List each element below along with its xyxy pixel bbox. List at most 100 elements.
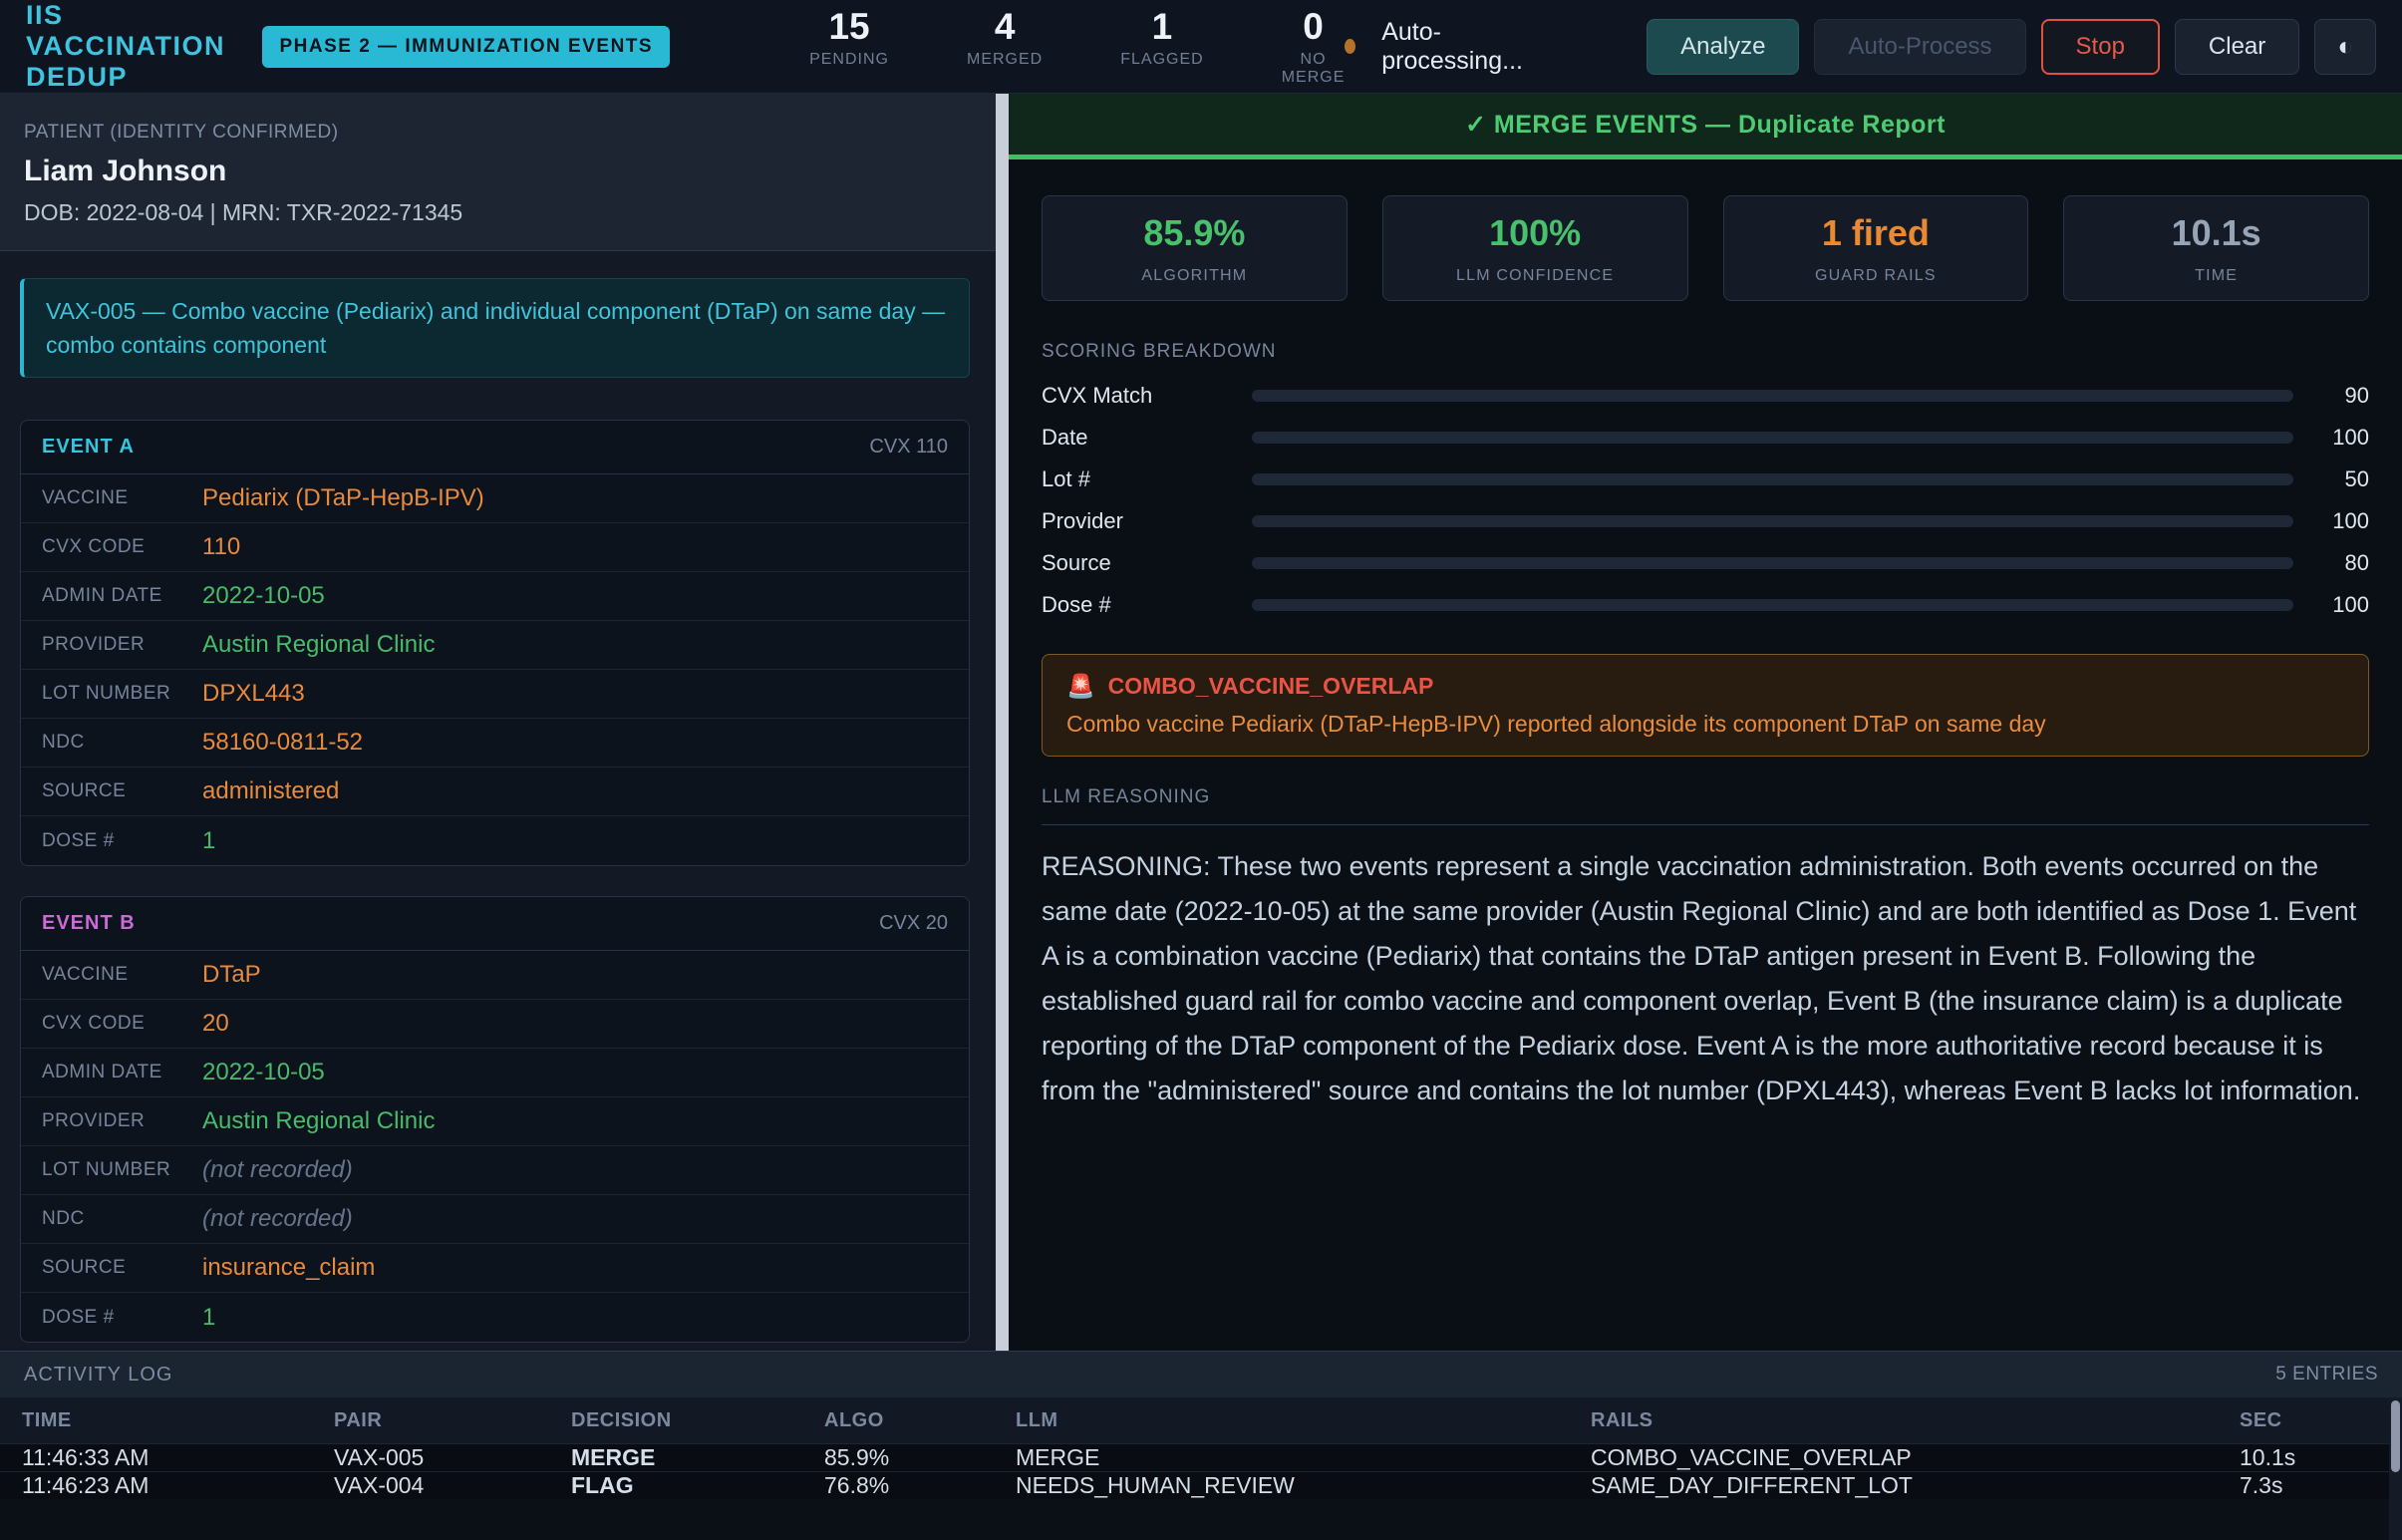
field-label: CVX CODE bbox=[21, 1013, 202, 1035]
guard-rail-description: Combo vaccine Pediarix (DTaP-HepB-IPV) r… bbox=[1066, 711, 2344, 738]
score-bar-row: Date 100 bbox=[1042, 417, 2369, 459]
report-panel: ✓ MERGE EVENTS — Duplicate Report 85.9% … bbox=[1009, 94, 2402, 1351]
col-time: TIME bbox=[22, 1409, 334, 1432]
contrast-icon: ◐ bbox=[2337, 31, 2353, 62]
field-label: LOT NUMBER bbox=[21, 1159, 202, 1181]
score-bar-label: Source bbox=[1042, 550, 1252, 576]
event-field-row: LOT NUMBER (not recorded) bbox=[21, 1146, 969, 1195]
score-bar-track bbox=[1252, 390, 2293, 402]
col-rails: RAILS bbox=[1591, 1409, 2240, 1432]
guard-rail-title-row: 🚨 COMBO_VACCINE_OVERLAP bbox=[1066, 673, 2344, 700]
field-value: 58160-0811-52 bbox=[202, 729, 363, 757]
app-header: IIS VACCINATION DEDUP PHASE 2 — IMMUNIZA… bbox=[0, 0, 2402, 94]
activity-log-header: ACTIVITY LOG 5 ENTRIES bbox=[0, 1352, 2402, 1397]
event-a-rows: VACCINE Pediarix (DTaP-HepB-IPV) CVX COD… bbox=[21, 474, 969, 865]
activity-log-scrollbar[interactable] bbox=[2389, 1397, 2402, 1540]
event-b-card: EVENT B CVX 20 VACCINE DTaP CVX CODE 20 bbox=[20, 896, 970, 1343]
score-bar-track bbox=[1252, 432, 2293, 444]
report-header: ✓ MERGE EVENTS — Duplicate Report bbox=[1009, 94, 2402, 159]
event-field-row: CVX CODE 110 bbox=[21, 523, 969, 572]
cell-pair: VAX-004 bbox=[334, 1472, 571, 1499]
event-a-title: EVENT A bbox=[42, 436, 135, 459]
event-field-row: NDC (not recorded) bbox=[21, 1195, 969, 1244]
event-b-rows: VACCINE DTaP CVX CODE 20 ADMIN DATE 2022… bbox=[21, 951, 969, 1342]
field-value: 20 bbox=[202, 1010, 229, 1038]
clear-button[interactable]: Clear bbox=[2175, 19, 2299, 75]
report-stat-box: 100% LLM CONFIDENCE bbox=[1382, 195, 1688, 301]
auto-process-button[interactable]: Auto-Process bbox=[1814, 19, 2025, 75]
stop-button[interactable]: Stop bbox=[2041, 19, 2160, 75]
patient-meta: DOB: 2022-08-04 | MRN: TXR-2022-71345 bbox=[24, 199, 972, 226]
event-b-cvx-tag: CVX 20 bbox=[879, 912, 948, 935]
stat-value: 1 bbox=[1120, 6, 1203, 48]
field-label: ADMIN DATE bbox=[21, 1062, 202, 1083]
event-field-row: DOSE # 1 bbox=[21, 816, 969, 865]
field-label: VACCINE bbox=[21, 487, 202, 509]
stat-value: 0 bbox=[1282, 6, 1346, 48]
activity-log: ACTIVITY LOG 5 ENTRIES TIME PAIR DECISIO… bbox=[0, 1351, 2402, 1540]
event-b-header: EVENT B CVX 20 bbox=[21, 897, 969, 951]
cell-algo: 85.9% bbox=[824, 1444, 1016, 1471]
cell-algo: 76.8% bbox=[824, 1472, 1016, 1499]
activity-log-title: ACTIVITY LOG bbox=[24, 1364, 172, 1386]
field-value: (not recorded) bbox=[202, 1156, 353, 1184]
report-stat-box: 10.1s TIME bbox=[2063, 195, 2369, 301]
activity-log-scrollbar-thumb[interactable] bbox=[2391, 1400, 2400, 1472]
processing-dot-icon bbox=[1345, 39, 1355, 54]
score-bar-label: Dose # bbox=[1042, 592, 1252, 618]
processing-status: Auto-processing... bbox=[1345, 18, 1527, 76]
field-label: SOURCE bbox=[21, 1257, 202, 1279]
activity-log-rows: 11:46:33 AM VAX-005 MERGE 85.9% MERGE CO… bbox=[0, 1443, 2402, 1499]
guard-rail-alert: 🚨 COMBO_VACCINE_OVERLAP Combo vaccine Pe… bbox=[1042, 654, 2369, 757]
col-algo: ALGO bbox=[824, 1409, 1016, 1432]
score-bar-label: CVX Match bbox=[1042, 383, 1252, 409]
cell-sec: 10.1s bbox=[2240, 1444, 2402, 1471]
field-value: administered bbox=[202, 777, 339, 805]
field-value: 2022-10-05 bbox=[202, 582, 325, 610]
score-bar-track bbox=[1252, 557, 2293, 569]
header-stat: 1 FLAGGED bbox=[1120, 6, 1203, 87]
cell-sec: 7.3s bbox=[2240, 1472, 2402, 1499]
event-field-row: SOURCE administered bbox=[21, 768, 969, 816]
field-label: CVX CODE bbox=[21, 536, 202, 558]
stat-box-value: 85.9% bbox=[1143, 212, 1245, 254]
llm-reasoning-label: LLM REASONING bbox=[1042, 786, 2369, 808]
score-bar-label: Lot # bbox=[1042, 466, 1252, 492]
event-field-row: ADMIN DATE 2022-10-05 bbox=[21, 572, 969, 621]
stat-label: NO MERGE bbox=[1282, 51, 1346, 87]
stat-label: PENDING bbox=[809, 51, 889, 69]
llm-reasoning-text: REASONING: These two events represent a … bbox=[1042, 844, 2369, 1113]
field-value: (not recorded) bbox=[202, 1205, 353, 1233]
score-bar-value: 100 bbox=[2293, 508, 2369, 534]
rule-banner: VAX-005 — Combo vaccine (Pediarix) and i… bbox=[20, 278, 970, 378]
event-field-row: SOURCE insurance_claim bbox=[21, 1244, 969, 1293]
cell-llm: MERGE bbox=[1016, 1444, 1591, 1471]
field-value: DTaP bbox=[202, 961, 261, 989]
header-buttons: Analyze Auto-Process Stop Clear ◐ bbox=[1647, 19, 2376, 75]
header-stats: 15 PENDING 4 MERGED 1 FLAGGED 0 NO MERGE bbox=[809, 6, 1345, 87]
header-stat: 0 NO MERGE bbox=[1282, 6, 1346, 87]
analyze-button[interactable]: Analyze bbox=[1647, 19, 1799, 75]
theme-toggle-button[interactable]: ◐ bbox=[2314, 19, 2376, 75]
cell-rails: SAME_DAY_DIFFERENT_LOT bbox=[1591, 1472, 2240, 1499]
event-a-cvx-tag: CVX 110 bbox=[869, 436, 948, 459]
activity-log-column-headers: TIME PAIR DECISION ALGO LLM RAILS SEC bbox=[0, 1397, 2402, 1443]
event-field-row: LOT NUMBER DPXL443 bbox=[21, 670, 969, 719]
cell-time: 11:46:33 AM bbox=[22, 1444, 334, 1471]
cell-pair: VAX-005 bbox=[334, 1444, 571, 1471]
processing-text: Auto-processing... bbox=[1381, 18, 1527, 76]
event-field-row: PROVIDER Austin Regional Clinic bbox=[21, 621, 969, 670]
score-bar-row: Dose # 100 bbox=[1042, 584, 2369, 626]
scoring-breakdown-label: SCORING BREAKDOWN bbox=[1042, 341, 2369, 363]
event-field-row: VACCINE DTaP bbox=[21, 951, 969, 1000]
event-field-row: ADMIN DATE 2022-10-05 bbox=[21, 1049, 969, 1097]
score-bar-label: Provider bbox=[1042, 508, 1252, 534]
score-bar-row: Lot # 50 bbox=[1042, 459, 2369, 500]
field-label: NDC bbox=[21, 1208, 202, 1230]
field-label: DOSE # bbox=[21, 830, 202, 852]
left-panel-scrollbar[interactable] bbox=[996, 94, 1009, 1351]
col-decision: DECISION bbox=[571, 1409, 824, 1432]
field-value: Austin Regional Clinic bbox=[202, 631, 435, 659]
event-b-title: EVENT B bbox=[42, 912, 136, 935]
stat-box-value: 100% bbox=[1489, 212, 1581, 254]
